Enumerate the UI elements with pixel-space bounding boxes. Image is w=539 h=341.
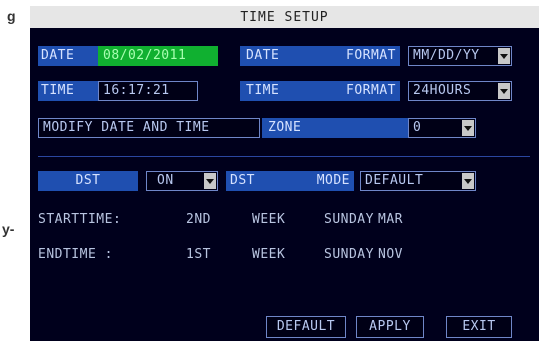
dst-mode-label-right: MODE: [316, 173, 350, 188]
date-format-label: DATE FORMAT: [240, 46, 400, 66]
time-format-label: TIME FORMAT: [240, 81, 400, 101]
end-time-week: WEEK: [252, 247, 286, 262]
chevron-down-icon: [462, 173, 474, 189]
start-time-month[interactable]: MAR: [378, 210, 403, 230]
exit-button[interactable]: EXIT: [446, 316, 512, 338]
dst-mode-label: DST MODE: [226, 171, 354, 191]
apply-button[interactable]: APPLY: [356, 316, 424, 338]
modify-date-time-button[interactable]: MODIFY DATE AND TIME: [38, 118, 260, 138]
time-field[interactable]: 16:17:21: [98, 81, 198, 101]
cropped-text-fragment-top: g: [7, 8, 16, 24]
dst-mode-label-left: DST: [230, 173, 255, 188]
chevron-down-icon: [204, 173, 216, 189]
date-label: DATE: [38, 46, 99, 66]
section-divider: [38, 156, 530, 157]
end-time-month[interactable]: NOV: [378, 245, 403, 265]
time-format-label-right: FORMAT: [346, 83, 396, 98]
zone-label: ZONE: [262, 118, 418, 138]
dst-dropdown[interactable]: ON: [146, 171, 218, 191]
end-time-label: ENDTIME :: [38, 247, 113, 262]
cropped-text-fragment-bottom: y-: [2, 221, 15, 237]
chevron-down-icon: [462, 120, 474, 136]
date-format-value: MM/DD/YY: [413, 48, 480, 63]
start-time-day[interactable]: SUNDAY: [324, 210, 374, 230]
start-time-week: WEEK: [252, 212, 286, 227]
dst-label: DST: [38, 171, 138, 191]
zone-dropdown[interactable]: 0: [408, 118, 476, 138]
start-time-label: STARTTIME:: [38, 212, 122, 227]
dst-mode-value: DEFAULT: [365, 173, 424, 188]
date-field[interactable]: 08/02/2011: [98, 46, 218, 66]
date-format-dropdown[interactable]: MM/DD/YY: [408, 46, 512, 66]
window-title: TIME SETUP: [30, 6, 539, 28]
time-format-label-left: TIME: [246, 83, 280, 98]
end-time-day[interactable]: SUNDAY: [324, 245, 374, 265]
time-setup-screen: TIME SETUP DATE 08/02/2011 DATE FORMAT M…: [30, 6, 539, 341]
date-format-label-right: FORMAT: [346, 48, 396, 63]
end-time-nth[interactable]: 1ST: [186, 245, 211, 265]
start-time-nth[interactable]: 2ND: [186, 210, 211, 230]
chevron-down-icon: [498, 48, 510, 64]
time-format-value: 24HOURS: [413, 83, 472, 98]
date-format-label-left: DATE: [246, 48, 280, 63]
chevron-down-icon: [498, 83, 510, 99]
dst-value: ON: [157, 173, 174, 188]
time-label: TIME: [38, 81, 99, 101]
zone-value: 0: [413, 120, 422, 135]
default-button[interactable]: DEFAULT: [266, 316, 346, 338]
time-format-dropdown[interactable]: 24HOURS: [408, 81, 512, 101]
dst-mode-dropdown[interactable]: DEFAULT: [360, 171, 476, 191]
